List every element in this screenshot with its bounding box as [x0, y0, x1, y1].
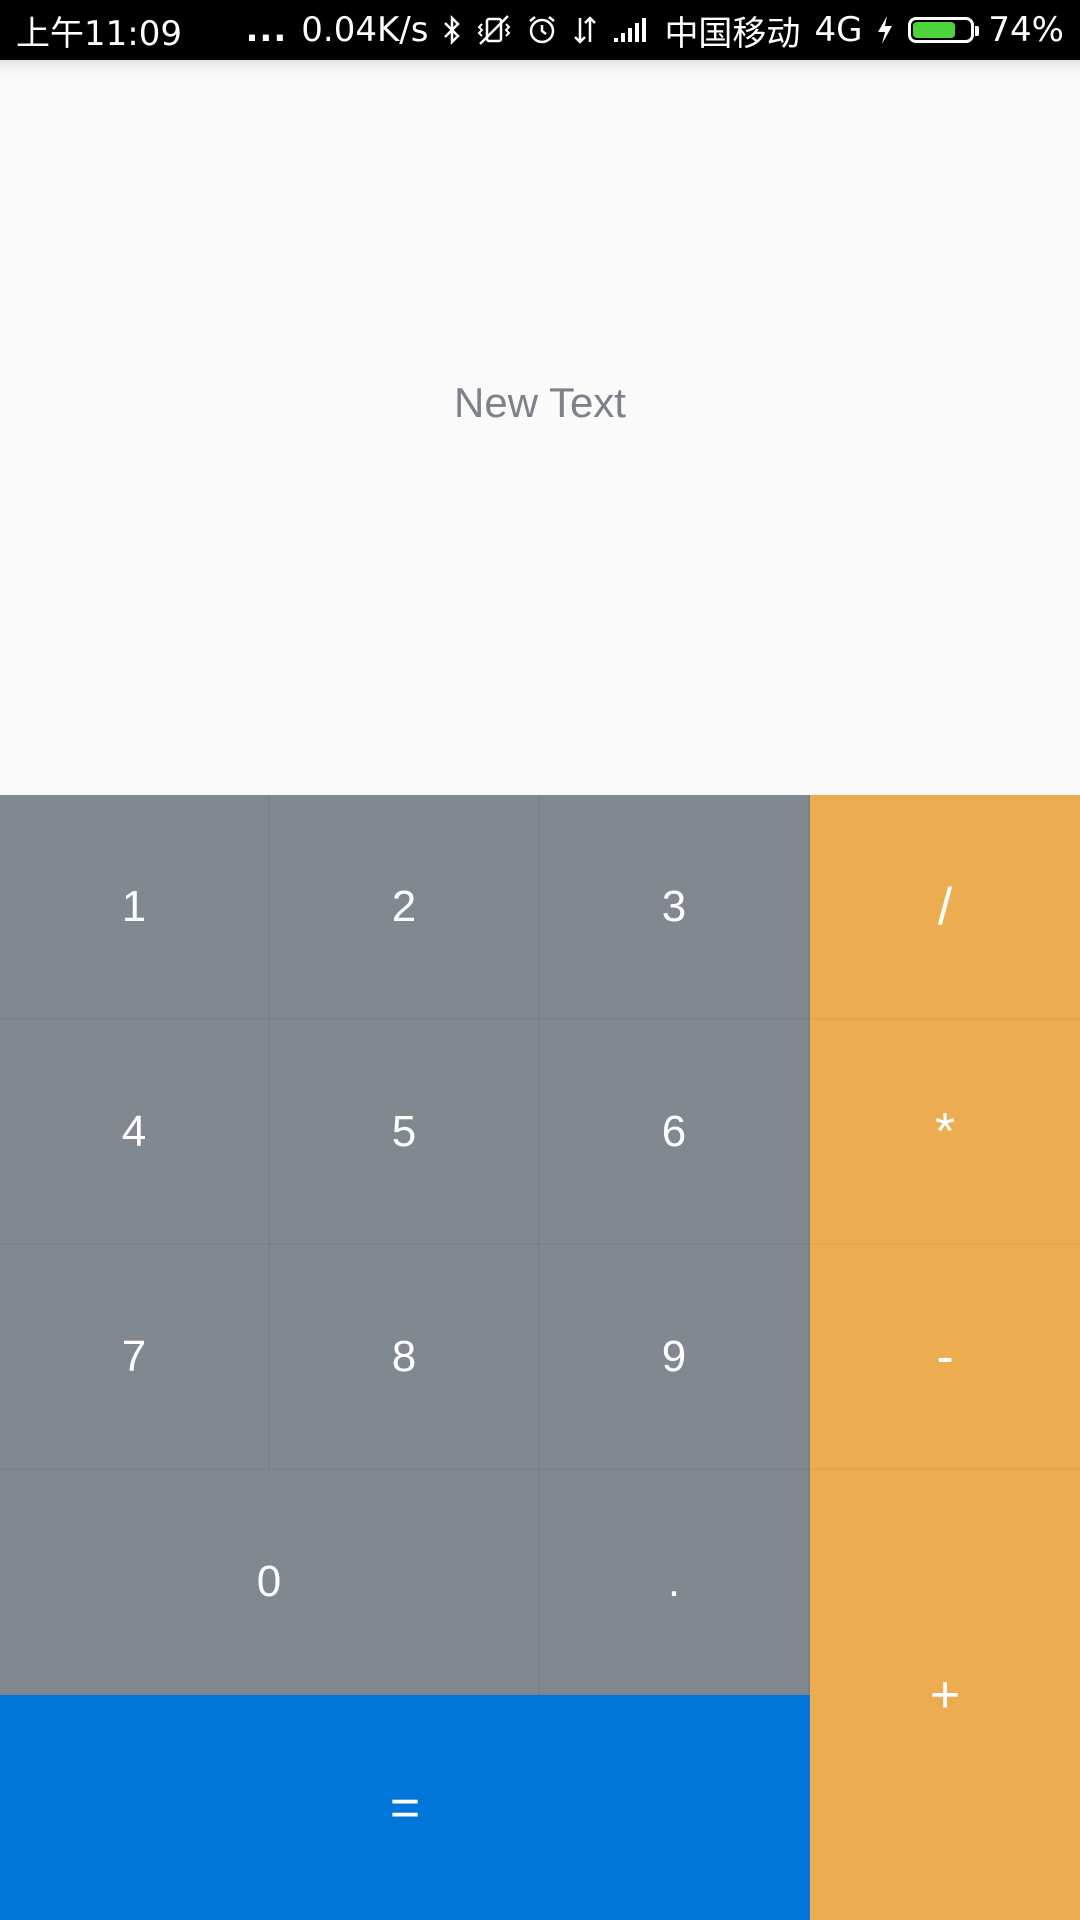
bluetooth-icon: [442, 10, 462, 50]
vibrate-icon: [476, 10, 512, 50]
battery-percent: 74%: [988, 10, 1064, 50]
key-7[interactable]: 7: [0, 1245, 270, 1470]
notification-dots: ...: [245, 10, 288, 50]
battery-icon: [908, 17, 980, 43]
key-decimal[interactable]: .: [540, 1470, 810, 1695]
alarm-icon: [526, 10, 558, 50]
network-type: 4G: [814, 10, 863, 50]
network-speed: 0.04K/s: [301, 10, 429, 50]
battery-fill: [913, 22, 955, 38]
charging-icon: [876, 10, 894, 50]
key-8[interactable]: 8: [270, 1245, 540, 1470]
status-time: 上午11:09: [16, 13, 182, 54]
status-indicators: ... 0.04K/s 中国移动 4G 74%: [246, 6, 1064, 55]
key-4[interactable]: 4: [0, 1020, 270, 1245]
key-6[interactable]: 6: [540, 1020, 810, 1245]
key-equals[interactable]: =: [0, 1695, 810, 1920]
carrier-name: 中国移动: [664, 13, 801, 54]
display-text: New Text: [454, 378, 626, 426]
status-bar: 上午11:09 ... 0.04K/s 中国移动 4G 74%: [0, 0, 1080, 60]
key-1[interactable]: 1: [0, 795, 270, 1020]
key-3[interactable]: 3: [540, 795, 810, 1020]
key-2[interactable]: 2: [270, 795, 540, 1020]
key-divide[interactable]: /: [810, 795, 1080, 1020]
key-multiply[interactable]: *: [810, 1020, 1080, 1245]
result-display: New Text: [0, 60, 1080, 795]
key-9[interactable]: 9: [540, 1245, 810, 1470]
calculator-screen: 上午11:09 ... 0.04K/s 中国移动 4G 74% New Text…: [0, 0, 1080, 1920]
key-add[interactable]: +: [810, 1470, 1080, 1920]
data-transfer-icon: [572, 10, 598, 50]
battery-indicator: [908, 17, 980, 43]
key-subtract[interactable]: -: [810, 1245, 1080, 1470]
key-5[interactable]: 5: [270, 1020, 540, 1245]
battery-tip: [975, 26, 980, 36]
signal-icon: [612, 10, 650, 50]
key-0[interactable]: 0: [0, 1470, 540, 1695]
